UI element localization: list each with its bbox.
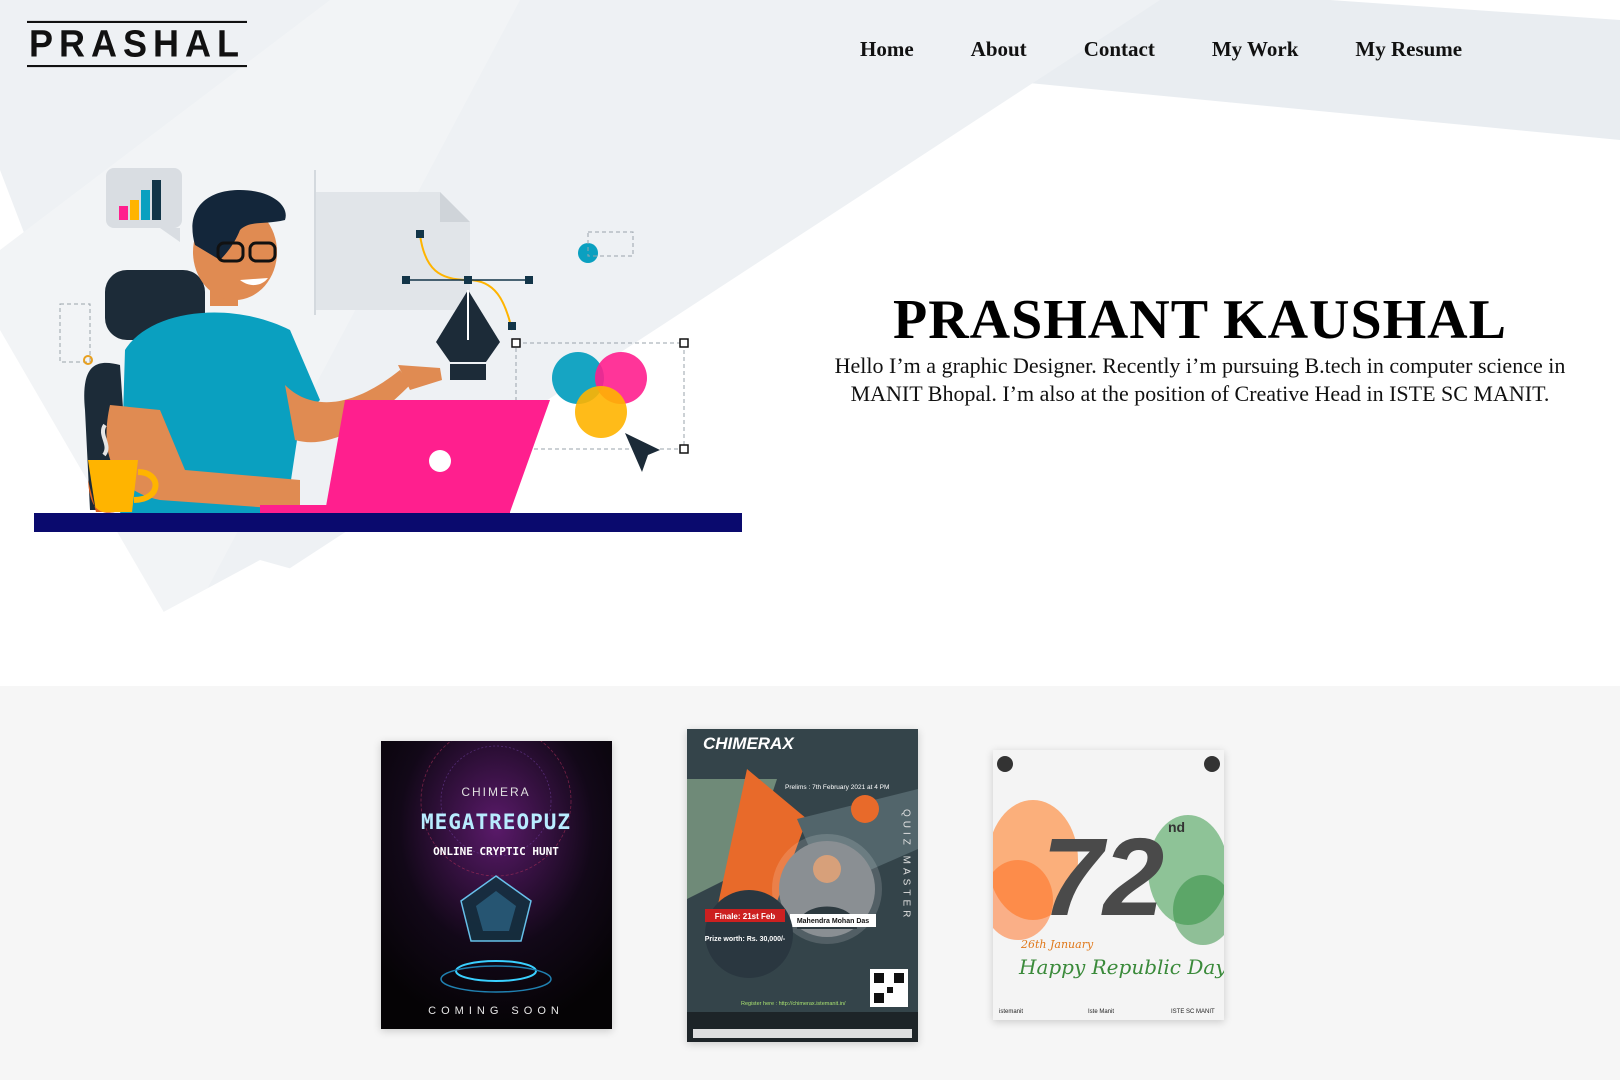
nav-about[interactable]: About [971,34,1027,64]
main-nav: Home About Contact My Work My Resume [860,34,1519,64]
poster2-register: Register here : http://chimerax.istemani… [741,1001,846,1007]
poster1-subtitle: ONLINE CRYPTIC HUNT [433,845,559,858]
nav-my-resume[interactable]: My Resume [1355,34,1462,64]
poster1-event: CHIMERA [461,785,530,799]
poster3-handle-1: istemanit [999,1009,1023,1015]
designer-illustration [34,168,742,532]
hero-title: PRASHANT KAUSHAL [893,289,1507,351]
poster2-vertical: QUIZ MASTER [901,809,912,921]
gallery-item-chimerax-poster[interactable]: CHIMERAX Prelims : 7th February 2021 at … [687,729,918,1042]
nav-contact[interactable]: Contact [1084,34,1155,64]
poster1-footer: COMING SOON [428,1005,564,1017]
poster3-handle-3: ISTE SC MANIT [1171,1009,1215,1015]
poster2-finale: Finale: 21st Feb [715,912,776,921]
chart-bubble-icon [106,168,182,242]
gallery-item-republic-day-poster[interactable]: 72 nd 26th January Happy Republic Day is… [993,750,1224,1020]
poster1-title: MEGATREOPUZ [421,810,571,834]
gallery-item-chimera-poster[interactable]: CHIMERA MEGATREOPUZ ONLINE CRYPTIC HUNT … [381,741,612,1029]
poster2-prelims: Prelims : 7th February 2021 at 4 PM [785,784,889,791]
poster2-prize: Prize worth: Rs. 30,000/- [705,936,786,943]
nav-my-work[interactable]: My Work [1212,34,1299,64]
poster3-number: 72 [1042,816,1164,939]
poster2-event: CHIMERAX [703,734,795,753]
site-logo[interactable]: PRASHAL [27,20,248,68]
poster3-handle-2: Iste Manit [1088,1009,1114,1015]
hero-description: Hello I’m a graphic Designer. Recently i… [834,353,1566,406]
poster3-date: 26th January [1020,938,1094,951]
poster2-speaker: Mahendra Mohan Das [797,918,869,925]
poster3-greeting: Happy Republic Day [1018,955,1224,979]
poster3-suffix: nd [1168,819,1185,835]
work-gallery: CHIMERA MEGATREOPUZ ONLINE CRYPTIC HUNT … [0,686,1620,1080]
nav-home[interactable]: Home [860,34,914,64]
